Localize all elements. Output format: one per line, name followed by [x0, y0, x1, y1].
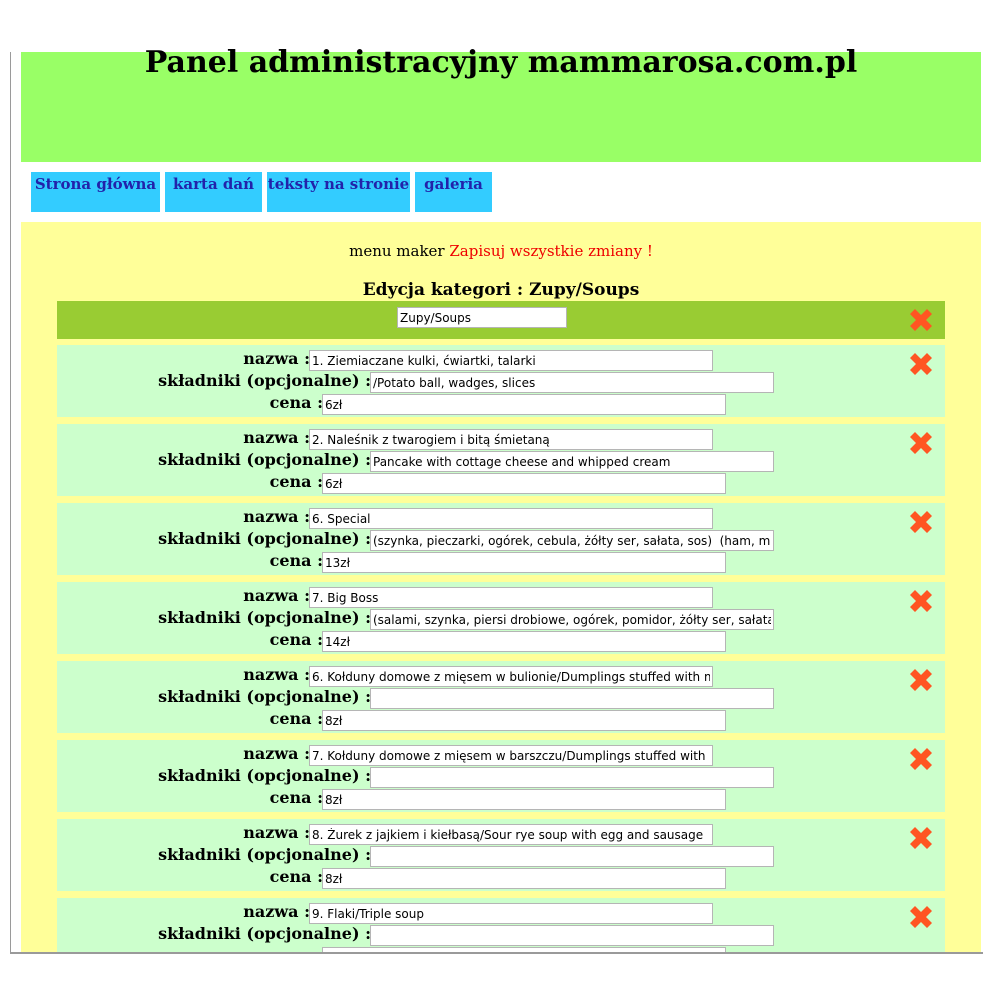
- page-frame-bottom: [10, 952, 983, 954]
- name-label: nazwa :: [243, 507, 310, 526]
- delete-item-icon[interactable]: [906, 902, 936, 932]
- name-label: nazwa :: [243, 902, 310, 921]
- menu-item-row: nazwa : składniki (opcjonalne) : cena :: [57, 424, 945, 496]
- menu-item-row: nazwa : składniki (opcjonalne) : cena :: [57, 740, 945, 812]
- delete-item-icon[interactable]: [906, 507, 936, 537]
- menu-maker-label: menu maker: [349, 242, 445, 260]
- ingredients-label: składniki (opcjonalne) :: [158, 687, 371, 706]
- delete-item-icon[interactable]: [906, 428, 936, 458]
- name-label: nazwa :: [243, 744, 310, 763]
- price-label: cena :: [269, 551, 323, 570]
- nav-page-texts[interactable]: teksty na stronie: [267, 172, 410, 212]
- menu-item-row: nazwa : składniki (opcjonalne) : cena :: [57, 661, 945, 733]
- price-label: cena :: [269, 709, 323, 728]
- name-label: nazwa :: [243, 823, 310, 842]
- item-name-input[interactable]: [309, 824, 713, 845]
- item-name-input[interactable]: [309, 429, 713, 450]
- item-ingredients-input[interactable]: [370, 688, 774, 709]
- nav-gallery[interactable]: galeria: [415, 172, 492, 212]
- item-name-input[interactable]: [309, 745, 713, 766]
- menu-item-row: nazwa : składniki (opcjonalne) : cena :: [57, 582, 945, 654]
- item-name-input[interactable]: [309, 666, 713, 687]
- price-label: cena :: [270, 946, 323, 952]
- menu-maker-bar: menu maker Zapisuj wszystkie zmiany !: [21, 242, 981, 260]
- ingredients-label: składniki (opcjonalne) :: [158, 608, 371, 627]
- ingredients-label: składniki (opcjonalne) :: [158, 845, 371, 864]
- name-label: nazwa :: [243, 665, 310, 684]
- category-bar: [57, 301, 945, 339]
- menu-item-row: nazwa : składniki (opcjonalne) : cena :: [57, 345, 945, 417]
- ingredients-label: składniki (opcjonalne) :: [158, 924, 371, 943]
- item-ingredients-input[interactable]: [370, 846, 774, 867]
- item-price-input[interactable]: [322, 947, 726, 952]
- price-label: cena :: [269, 867, 323, 886]
- nav-bar: Strona główna karta dań teksty na stroni…: [21, 162, 981, 222]
- price-label: cena :: [269, 472, 323, 491]
- menu-item-row: nazwa : składniki (opcjonalne) : cena :: [57, 819, 945, 891]
- delete-category-icon[interactable]: [906, 305, 936, 335]
- ingredients-label: składniki (opcjonalne) :: [158, 529, 371, 548]
- item-price-input[interactable]: [322, 631, 726, 652]
- item-name-input[interactable]: [309, 587, 713, 608]
- page-title: Panel administracyjny mammarosa.com.pl: [144, 45, 858, 80]
- item-ingredients-input[interactable]: [370, 530, 774, 551]
- item-price-input[interactable]: [322, 552, 726, 573]
- item-price-input[interactable]: [322, 868, 726, 889]
- nav-menu-card[interactable]: karta dań: [165, 172, 262, 212]
- category-heading: Edycja kategori : Zupy/Soups: [362, 280, 640, 300]
- main-panel: menu maker Zapisuj wszystkie zmiany ! Ed…: [21, 222, 981, 952]
- item-ingredients-input[interactable]: [370, 451, 774, 472]
- save-all-link[interactable]: Zapisuj wszystkie zmiany !: [449, 242, 653, 260]
- item-ingredients-input[interactable]: [370, 767, 774, 788]
- name-label: nazwa :: [243, 586, 310, 605]
- name-label: nazwa :: [243, 349, 310, 368]
- item-price-input[interactable]: [322, 710, 726, 731]
- item-ingredients-input[interactable]: [370, 925, 774, 946]
- ingredients-label: składniki (opcjonalne) :: [158, 371, 371, 390]
- price-label: cena :: [269, 630, 323, 649]
- delete-item-icon[interactable]: [906, 823, 936, 853]
- menu-item-row: nazwa : składniki (opcjonalne) : cena :: [57, 503, 945, 575]
- item-name-input[interactable]: [309, 903, 713, 924]
- delete-item-icon[interactable]: [906, 744, 936, 774]
- name-label: nazwa :: [243, 428, 310, 447]
- item-price-input[interactable]: [322, 394, 726, 415]
- ingredients-label: składniki (opcjonalne) :: [158, 450, 371, 469]
- category-name-input[interactable]: [397, 307, 567, 328]
- menu-item-row: nazwa : składniki (opcjonalne) : cena :: [57, 898, 945, 952]
- ingredients-label: składniki (opcjonalne) :: [158, 766, 371, 785]
- item-name-input[interactable]: [309, 350, 713, 371]
- item-price-input[interactable]: [322, 473, 726, 494]
- page-frame-left: [10, 52, 11, 953]
- item-price-input[interactable]: [322, 789, 726, 810]
- item-ingredients-input[interactable]: [370, 372, 774, 393]
- item-ingredients-input[interactable]: [370, 609, 774, 630]
- delete-item-icon[interactable]: [906, 665, 936, 695]
- header: Panel administracyjny mammarosa.com.pl: [21, 46, 981, 162]
- nav-home[interactable]: Strona główna: [31, 172, 160, 212]
- price-label: cena :: [269, 788, 323, 807]
- delete-item-icon[interactable]: [906, 349, 936, 379]
- item-name-input[interactable]: [309, 508, 713, 529]
- price-label: cena :: [269, 393, 323, 412]
- delete-item-icon[interactable]: [906, 586, 936, 616]
